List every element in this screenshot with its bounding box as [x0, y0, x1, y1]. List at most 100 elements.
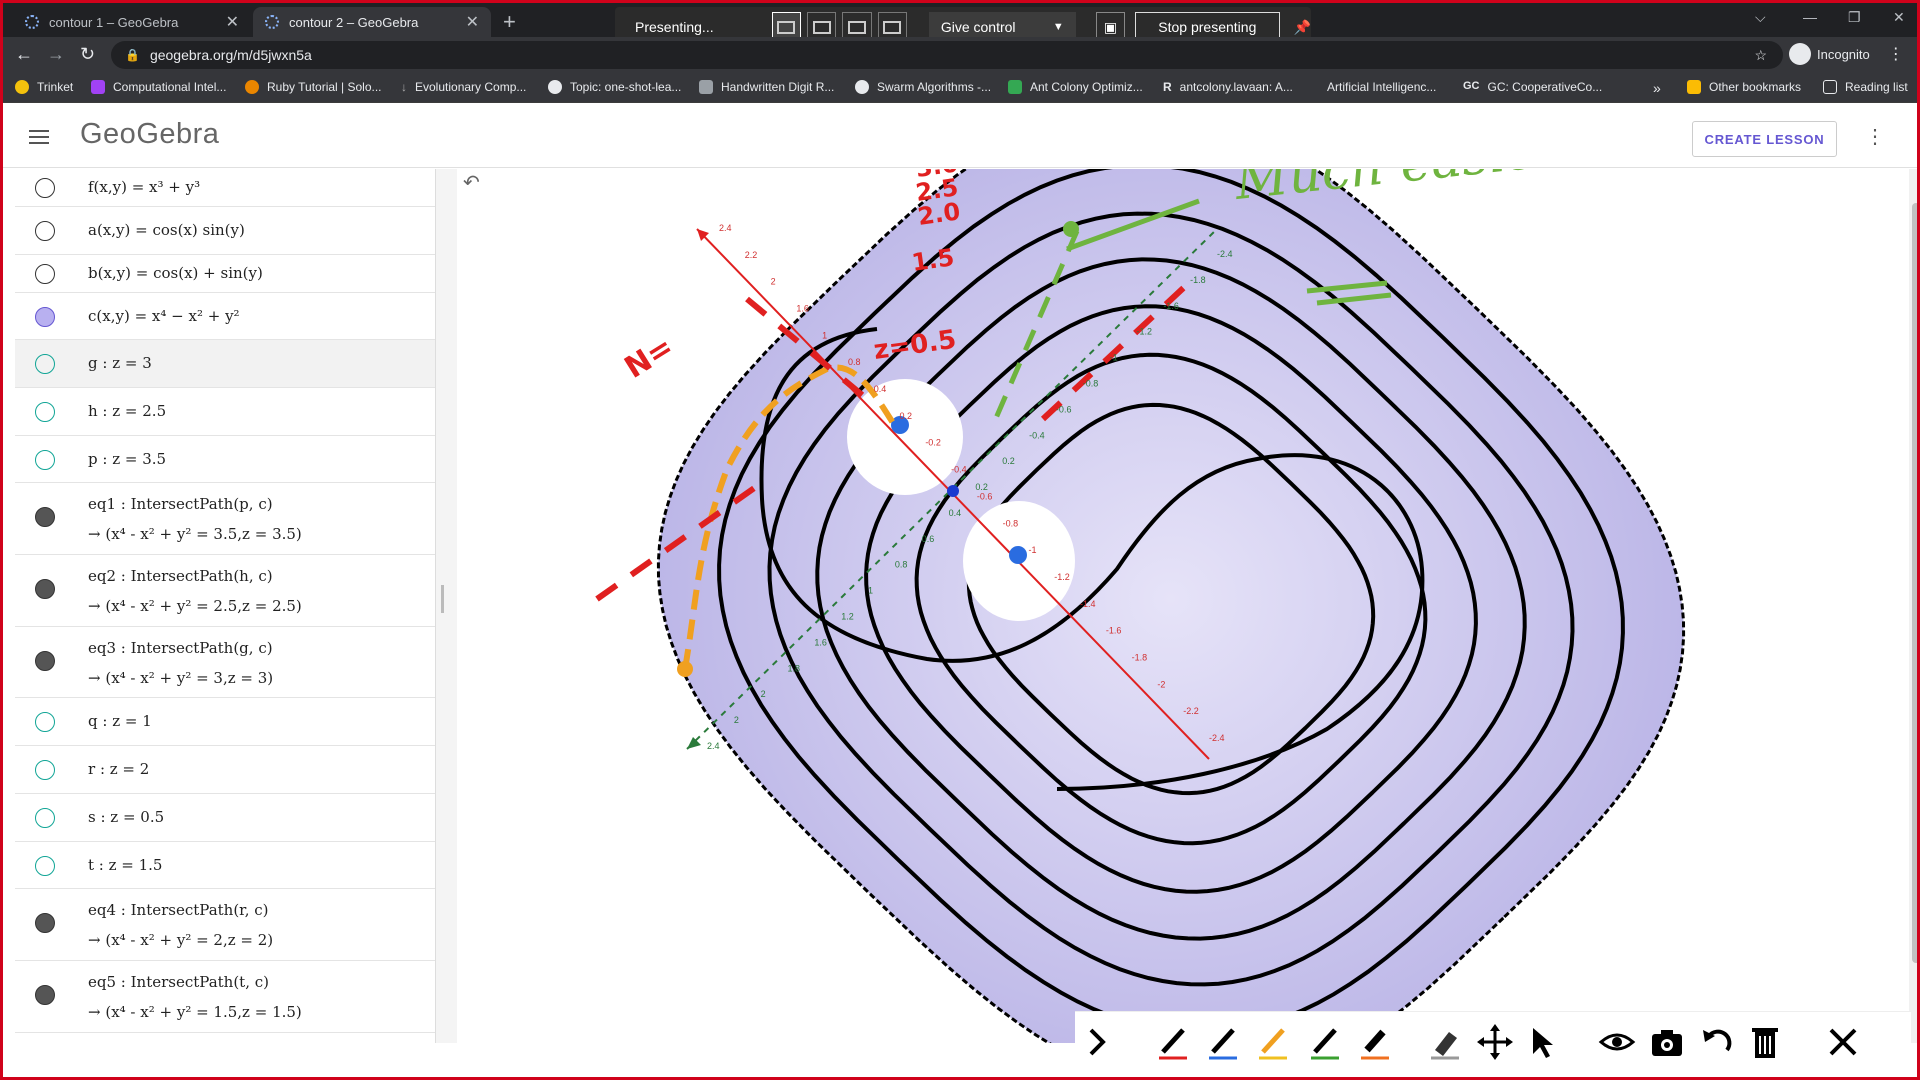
close-tab-icon[interactable]: ✕	[226, 12, 239, 32]
algebra-definition[interactable]: eq3 : IntersectPath(g, c)	[88, 639, 273, 657]
incognito-profile[interactable]: Incognito ⋮	[1789, 43, 1904, 65]
restore-icon[interactable]: ❐	[1848, 9, 1861, 26]
other-bookmarks[interactable]: Other bookmarks	[1687, 80, 1801, 94]
resize-handle[interactable]	[441, 585, 444, 613]
visibility-marble[interactable]	[35, 808, 55, 828]
bookmark-item[interactable]: Ant Colony Optimiz...	[1008, 80, 1143, 94]
algebra-row[interactable]: t : z = 1.5	[15, 842, 435, 889]
visibility-marble[interactable]	[35, 985, 55, 1005]
algebra-definition[interactable]: g : z = 3	[88, 354, 152, 372]
algebra-definition[interactable]: eq5 : IntersectPath(t, c)	[88, 973, 269, 991]
contour-plot[interactable]: 3.02.52.01.5z=0.5Much easierN= 2.42.221.…	[457, 105, 1911, 1077]
back-icon[interactable]: ←	[15, 44, 33, 65]
scrollbar[interactable]	[1909, 169, 1917, 1043]
visibility-marble[interactable]	[35, 651, 55, 671]
graphics-3d-view[interactable]: 3.02.52.01.5z=0.5Much easierN= 2.42.221.…	[457, 105, 1911, 1077]
close-window-icon[interactable]: ✕	[1893, 9, 1905, 26]
bookmark-item[interactable]: Ruby Tutorial | Solo...	[245, 80, 382, 94]
bookmark-item[interactable]: GC GC: CooperativeCo...	[1463, 80, 1602, 94]
visibility-marble[interactable]	[35, 402, 55, 422]
visibility-marble[interactable]	[35, 712, 55, 732]
pen-blue-icon[interactable]	[1201, 1020, 1245, 1064]
algebra-definition[interactable]: f(x,y) = x³ + y³	[88, 178, 200, 196]
address-bar[interactable]: 🔒 geogebra.org/m/d5jwxn5a ☆	[111, 41, 1783, 69]
algebra-row[interactable]: g : z = 3	[15, 340, 435, 388]
algebra-row[interactable]: eq3 : IntersectPath(g, c) → (x⁴ - x² + y²…	[15, 627, 435, 698]
visibility-marble[interactable]	[35, 354, 55, 374]
algebra-row[interactable]: eq1 : IntersectPath(p, c) → (x⁴ - x² + y²…	[15, 483, 435, 555]
algebra-row[interactable]: eq5 : IntersectPath(t, c) → (x⁴ - x² + y²…	[15, 961, 435, 1033]
algebra-row[interactable]: b(x,y) = cos(x) + sin(y)	[15, 255, 435, 293]
visibility-marble[interactable]	[35, 221, 55, 241]
algebra-definition[interactable]: p : z = 3.5	[88, 450, 166, 468]
algebra-row[interactable]: f(x,y) = x³ + y³	[15, 169, 435, 207]
visibility-marble[interactable]	[35, 913, 55, 933]
visibility-marble[interactable]	[35, 264, 55, 284]
bookmark-item[interactable]: Swarm Algorithms -...	[855, 80, 991, 94]
visibility-marble[interactable]	[35, 760, 55, 780]
tab-search-chevron-icon[interactable]: ⌵	[1755, 9, 1766, 26]
bookmark-item[interactable]: Topic: one-shot-lea...	[548, 80, 681, 94]
bookmarks-overflow-button[interactable]: »	[1653, 80, 1661, 96]
algebra-definition[interactable]: q : z = 1	[88, 712, 152, 730]
pen-yellow-icon[interactable]	[1251, 1020, 1295, 1064]
eye-icon[interactable]	[1595, 1020, 1639, 1064]
algebra-definition[interactable]: s : z = 0.5	[88, 808, 164, 826]
visibility-marble[interactable]	[35, 507, 55, 527]
highlighter-orange-icon[interactable]	[1353, 1020, 1397, 1064]
trash-icon[interactable]	[1743, 1020, 1787, 1064]
close-tab-icon[interactable]: ✕	[466, 12, 479, 32]
algebra-row[interactable]: eq4 : IntersectPath(r, c) → (x⁴ - x² + y²…	[15, 889, 435, 961]
algebra-row[interactable]: s : z = 0.5	[15, 794, 435, 842]
undo-annotation-icon[interactable]	[1695, 1020, 1739, 1064]
algebra-row[interactable]: eq2 : IntersectPath(h, c) → (x⁴ - x² + y²…	[15, 555, 435, 627]
new-tab-button[interactable]: +	[503, 9, 516, 35]
scrollbar-thumb[interactable]	[1912, 203, 1917, 963]
algebra-definition[interactable]: c(x,y) = x⁴ − x² + y²	[88, 307, 240, 325]
camera-icon[interactable]	[1645, 1020, 1689, 1064]
tab-contour-1[interactable]: contour 1 – GeoGebra ✕	[13, 7, 251, 37]
algebra-definition[interactable]: eq1 : IntersectPath(p, c)	[88, 495, 273, 513]
algebra-row[interactable]: q : z = 1	[15, 698, 435, 746]
algebra-row[interactable]: c(x,y) = x⁴ − x² + y²	[15, 293, 435, 340]
close-toolbar-icon[interactable]	[1821, 1020, 1865, 1064]
collapse-chevron-icon[interactable]	[1075, 1020, 1119, 1064]
hamburger-menu-icon[interactable]	[29, 130, 49, 148]
bookmark-item[interactable]: ↓ Evolutionary Comp...	[401, 80, 526, 94]
pointer-icon[interactable]	[1521, 1020, 1565, 1064]
eraser-icon[interactable]	[1423, 1020, 1467, 1064]
minimize-icon[interactable]: —	[1803, 9, 1817, 25]
pin-icon[interactable]: 📌	[1294, 19, 1311, 36]
visibility-marble[interactable]	[35, 306, 55, 327]
more-options-icon[interactable]: ⋮	[1865, 124, 1885, 149]
algebra-row[interactable]: r : z = 2	[15, 746, 435, 794]
forward-icon[interactable]: →	[47, 44, 65, 65]
browser-menu-icon[interactable]: ⋮	[1888, 44, 1904, 64]
visibility-marble[interactable]	[35, 855, 55, 876]
pen-red-icon[interactable]	[1151, 1020, 1195, 1064]
undo-icon[interactable]: ↶	[463, 170, 480, 195]
algebra-definition[interactable]: eq4 : IntersectPath(r, c)	[88, 901, 269, 919]
view-divider[interactable]	[435, 169, 457, 1043]
bookmark-item[interactable]: Artificial Intelligenc...	[1315, 80, 1436, 94]
bookmark-item[interactable]: Rantcolony.lavaan: A...	[1163, 80, 1293, 94]
algebra-definition[interactable]: t : z = 1.5	[88, 856, 162, 874]
bookmark-star-icon[interactable]: ☆	[1754, 47, 1767, 64]
reload-icon[interactable]: ↻	[80, 44, 95, 65]
algebra-definition[interactable]: a(x,y) = cos(x) sin(y)	[88, 221, 245, 239]
geogebra-logo[interactable]: GeoGebra	[80, 118, 219, 151]
algebra-row[interactable]: h : z = 2.5	[15, 388, 435, 436]
bookmark-item[interactable]: Trinket	[15, 80, 73, 94]
algebra-row[interactable]: p : z = 3.5	[15, 436, 435, 483]
algebra-definition[interactable]: h : z = 2.5	[88, 402, 166, 420]
move-icon[interactable]	[1473, 1020, 1517, 1064]
bookmark-item[interactable]: Handwritten Digit R...	[699, 80, 834, 94]
algebra-row[interactable]: a(x,y) = cos(x) sin(y)	[15, 207, 435, 255]
tab-contour-2[interactable]: contour 2 – GeoGebra ✕	[253, 7, 491, 37]
bookmark-item[interactable]: Computational Intel...	[91, 80, 226, 94]
visibility-marble[interactable]	[35, 449, 55, 470]
create-lesson-button[interactable]: CREATE LESSON	[1692, 121, 1837, 157]
visibility-marble[interactable]	[35, 579, 55, 599]
algebra-definition[interactable]: b(x,y) = cos(x) + sin(y)	[88, 264, 263, 282]
algebra-definition[interactable]: r : z = 2	[88, 760, 149, 778]
